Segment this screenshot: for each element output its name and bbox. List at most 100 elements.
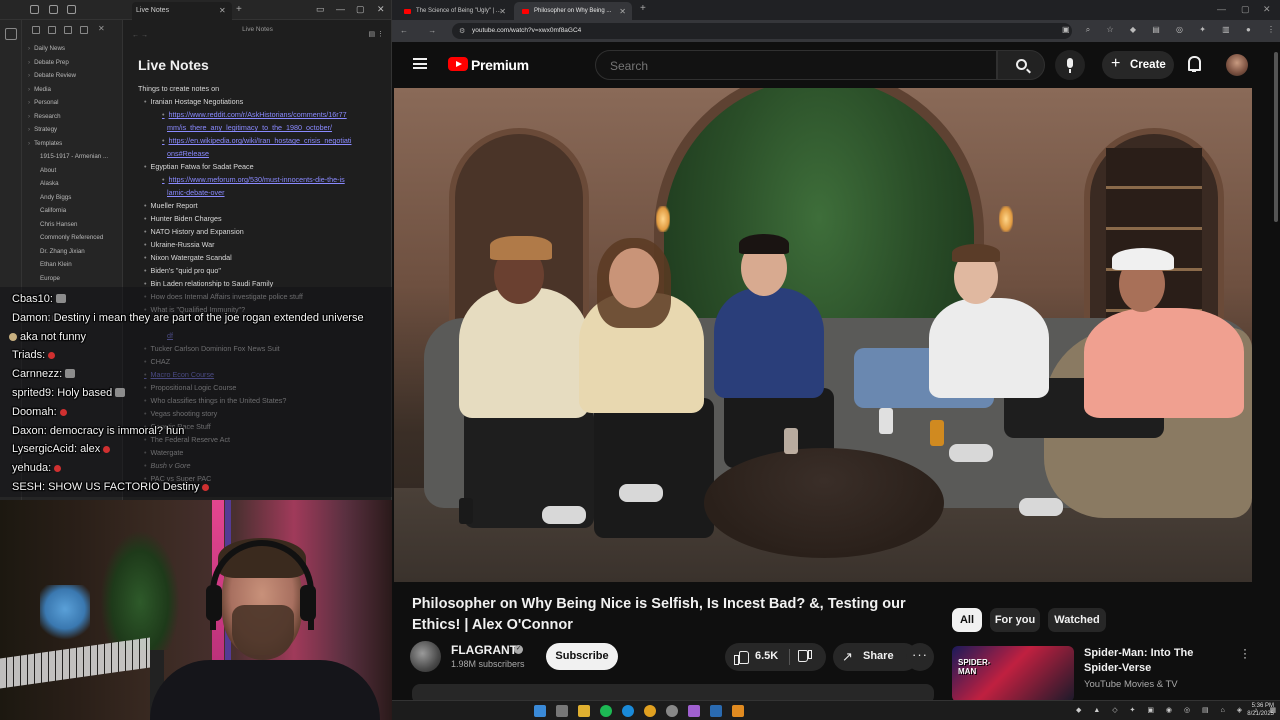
window-close-icon[interactable]: ✕ [1263,4,1271,15]
maximize-icon[interactable]: ▢ [356,4,365,15]
extension-icons[interactable]: ▣ ⌕ ☆ ◆ ▤ ◎ ✦ ▥ ● ⋮ [1062,25,1280,35]
steam-icon[interactable] [710,705,722,717]
video-scene-lamp [999,206,1013,232]
chip-for-you[interactable]: For you [990,608,1040,632]
close-icon[interactable]: ✕ [219,6,226,15]
video-scene-shoe [619,484,663,502]
folder-icon[interactable] [30,5,39,14]
site-info-icon[interactable]: ⚙ [459,27,465,35]
chip-watched[interactable]: Watched [1048,608,1106,632]
note-link[interactable]: mm/is_there_any_legitimacy_to_the_1980_o… [138,121,378,134]
hamburger-menu-icon[interactable] [413,58,427,69]
thumbs-down-icon[interactable] [798,650,812,663]
note-link[interactable]: https://en.wikipedia.org/wiki/Iran_hosta… [138,134,378,147]
edge-icon[interactable] [622,705,634,717]
sidebar-toggle-icon[interactable]: ▭ [316,4,325,15]
scrollbar-thumb[interactable] [1274,52,1278,222]
spotify-icon[interactable] [600,705,612,717]
video-player[interactable] [394,88,1252,582]
youtube-logo-text[interactable]: Premium [471,57,529,73]
minimize-icon[interactable]: — [336,4,345,14]
close-icon[interactable]: ✕ [619,7,626,16]
thumbs-up-icon[interactable] [734,649,749,665]
account-avatar[interactable] [1226,54,1248,76]
note-link[interactable]: https://www.meforum.org/530/must-innocen… [138,173,378,186]
note-link[interactable]: https://www.reddit.com/r/AskHistorians/c… [138,108,378,121]
sidebar-folder[interactable]: Debate Prep [28,56,123,70]
sidebar-file[interactable]: Andy Biggs [28,191,123,205]
new-folder-icon[interactable] [48,26,56,34]
obsidian-tab-live-notes[interactable]: Live Notes [132,2,232,20]
note-link[interactable]: ons#Release [138,147,378,160]
sidebar-file[interactable]: Commonly Referenced [28,231,123,245]
new-tab-icon[interactable]: + [640,3,646,14]
search-button[interactable] [997,50,1045,80]
sidebar-folder[interactable]: Daily News [28,42,123,56]
create-button[interactable]: + Create [1102,51,1174,79]
sidebar-folder[interactable]: Media [28,83,123,97]
new-tab-icon[interactable]: + [236,4,242,15]
window-close-icon[interactable]: ✕ [377,4,385,15]
note-line: Things to create notes on [138,84,220,93]
more-options-icon[interactable]: ▤ ⋮ [368,25,384,45]
sidebar-file[interactable]: Dr. Zhang Jixian [28,245,123,259]
voice-search-microphone-icon[interactable] [1055,50,1085,80]
windows-taskbar: ◆ ▲ ◇ ✦ ▣ ◉ ◎ ▤ ⌂ ◈ ♪ ▦ 5:36 PM 8/21/202… [392,700,1280,720]
folder-icon[interactable] [578,705,590,717]
youtube-logo-icon[interactable] [448,57,468,71]
back-forward-icon[interactable]: ← → [132,26,148,46]
like-count[interactable]: 6.5K [755,650,778,662]
send-icon[interactable] [5,28,17,40]
minimize-icon[interactable]: — [1217,4,1226,14]
sort-icon[interactable] [64,26,72,34]
obsidian-icon[interactable] [688,705,700,717]
search-box[interactable] [595,50,997,80]
new-note-icon[interactable] [32,26,40,34]
file-explorer-icon[interactable] [556,705,568,717]
close-icon[interactable]: ✕ [98,24,106,33]
recommended-video-thumbnail[interactable]: SPIDER-MAN [952,646,1074,700]
chip-all[interactable]: All [952,608,982,632]
start-windows-icon[interactable] [534,705,546,717]
recommended-video-title[interactable]: Spider-Man: Into The Spider-Verse [1084,646,1234,676]
description-box[interactable] [412,684,934,700]
sidebar-file[interactable]: California [28,204,123,218]
video-person-hair [952,244,1000,262]
browser-tab[interactable]: The Science of Being "Ugly" | ... ✕ [396,2,512,20]
channel-avatar[interactable] [410,641,441,672]
clock[interactable]: 5:36 PM 8/21/2025 [1238,702,1274,718]
page-scrollbar[interactable] [1272,42,1280,700]
kebab-menu-icon[interactable]: · · · [1242,643,1248,663]
factorio-icon[interactable] [732,705,744,717]
sidebar-folder[interactable]: Research [28,110,123,124]
chrome-icon[interactable] [644,705,656,717]
sidebar-folder[interactable]: Templates [28,137,123,151]
chat-message: yehuda: [12,462,62,474]
sidebar-file[interactable]: Europe [28,272,123,286]
close-icon[interactable]: ✕ [499,7,506,16]
sidebar-folder[interactable]: Strategy [28,123,123,137]
sidebar-file[interactable]: Chris Hansen [28,218,123,232]
sidebar-file[interactable]: 1915-1917 - Armenian ... [28,150,123,164]
sidebar-file[interactable]: Alaska [28,177,123,191]
bookmark-icon[interactable] [67,5,76,14]
search-input[interactable] [610,59,980,73]
webcam-feed [0,500,392,720]
maximize-icon[interactable]: ▢ [1241,4,1250,15]
sidebar-folder[interactable]: Personal [28,96,123,110]
sidebar-folder[interactable]: Debate Review [28,69,123,83]
app-icon[interactable] [666,705,678,717]
subscribe-button[interactable]: Subscribe [546,643,618,670]
search-icon[interactable] [49,5,58,14]
sidebar-file[interactable]: About [28,164,123,178]
channel-name[interactable]: FLAGRANT [451,643,517,657]
sidebar-file[interactable]: Ethan Klein [28,258,123,272]
browser-tab-active[interactable]: Philosopher on Why Being ... ✕ [514,2,632,20]
collapse-icon[interactable] [80,26,88,34]
recommended-video-channel[interactable]: YouTube Movies & TV [1084,679,1178,690]
notifications-bell-icon[interactable] [1187,55,1201,72]
note-link[interactable]: lamic-debate-over [138,186,378,199]
address-bar[interactable]: ⚙ youtube.com/watch?v=xwx0mf8aGC4 [452,23,1072,39]
more-actions-button[interactable]: ··· [906,643,934,671]
chat-badge-icon [9,332,17,341]
